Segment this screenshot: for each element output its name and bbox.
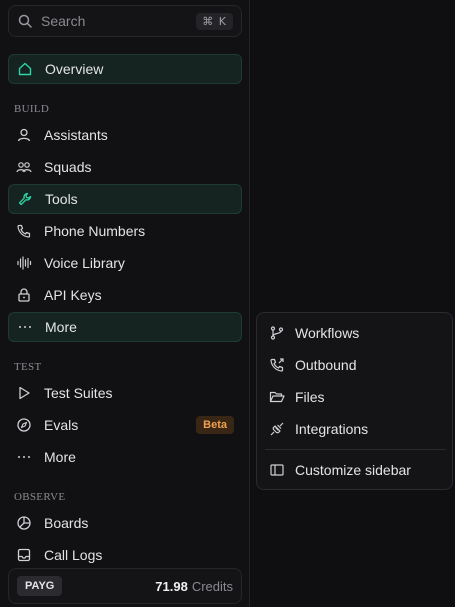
menu-item-label: Workflows bbox=[295, 325, 360, 341]
menu-item-label: Files bbox=[295, 389, 325, 405]
sidebar-item-label: Squads bbox=[44, 159, 92, 175]
home-icon bbox=[17, 61, 33, 77]
menu-item-integrations[interactable]: Integrations bbox=[265, 414, 446, 444]
sidebar-item-test-suites[interactable]: Test Suites bbox=[8, 378, 242, 408]
sidebar-panel-icon bbox=[269, 462, 285, 478]
ellipsis-icon bbox=[16, 449, 32, 465]
sidebar-item-tools[interactable]: Tools bbox=[8, 184, 242, 214]
sidebar-item-label: Voice Library bbox=[44, 255, 125, 271]
git-branch-icon bbox=[269, 325, 285, 341]
inbox-icon bbox=[16, 547, 32, 563]
sidebar-item-phone-numbers[interactable]: Phone Numbers bbox=[8, 216, 242, 246]
menu-item-customize-sidebar[interactable]: Customize sidebar bbox=[265, 455, 446, 485]
menu-item-label: Customize sidebar bbox=[295, 462, 411, 478]
ellipsis-icon bbox=[17, 319, 33, 335]
beta-badge: Beta bbox=[196, 416, 234, 434]
sidebar-item-label: Assistants bbox=[44, 127, 108, 143]
phone-icon bbox=[16, 223, 32, 239]
credits-value: 71.98 bbox=[155, 578, 188, 594]
sidebar-item-boards[interactable]: Boards bbox=[8, 508, 242, 538]
sidebar-item-label: Phone Numbers bbox=[44, 223, 146, 239]
sidebar-item-call-logs[interactable]: Call Logs bbox=[8, 540, 242, 570]
phone-outgoing-icon bbox=[269, 357, 285, 373]
menu-item-outbound[interactable]: Outbound bbox=[265, 350, 446, 380]
menu-item-files[interactable]: Files bbox=[265, 382, 446, 412]
search-shortcut: ⌘ K bbox=[196, 12, 233, 30]
sidebar-item-squads[interactable]: Squads bbox=[8, 152, 242, 182]
play-icon bbox=[16, 385, 32, 401]
sidebar-item-more-test[interactable]: More bbox=[8, 442, 242, 472]
credits-footer[interactable]: PAYG 71.98 Credits bbox=[8, 568, 242, 604]
sidebar-item-label: More bbox=[45, 319, 77, 335]
menu-divider bbox=[265, 449, 446, 450]
sidebar-item-voice-library[interactable]: Voice Library bbox=[8, 248, 242, 278]
sidebar-item-label: Call Logs bbox=[44, 547, 103, 563]
users-icon bbox=[16, 159, 32, 175]
user-icon bbox=[16, 127, 32, 143]
sidebar-item-api-keys[interactable]: API Keys bbox=[8, 280, 242, 310]
sidebar-item-label: Boards bbox=[44, 515, 89, 531]
waveform-icon bbox=[16, 255, 32, 271]
plug-icon bbox=[269, 421, 285, 437]
search-input[interactable]: Search ⌘ K bbox=[8, 5, 242, 37]
sidebar-item-label: More bbox=[44, 449, 76, 465]
sidebar-item-assistants[interactable]: Assistants bbox=[8, 120, 242, 150]
sidebar-item-evals[interactable]: Evals Beta bbox=[8, 410, 242, 440]
section-observe: OBSERVE bbox=[14, 491, 66, 503]
pie-chart-icon bbox=[16, 515, 32, 531]
credits-label: Credits bbox=[191, 578, 233, 594]
plan-badge: PAYG bbox=[17, 576, 63, 596]
menu-item-label: Outbound bbox=[295, 357, 357, 373]
sidebar-item-label: Overview bbox=[45, 61, 104, 77]
section-build: BUILD bbox=[14, 103, 50, 115]
compass-icon bbox=[16, 417, 32, 433]
sidebar-item-label: Evals bbox=[44, 417, 79, 433]
wrench-icon bbox=[17, 191, 33, 207]
sidebar-item-more-build[interactable]: More bbox=[8, 312, 242, 342]
folder-open-icon bbox=[269, 389, 285, 405]
sidebar-item-label: Tools bbox=[45, 191, 78, 207]
more-menu-popover: Workflows Outbound Files Integrations Cu… bbox=[256, 312, 453, 490]
menu-item-label: Integrations bbox=[295, 421, 369, 437]
sidebar-item-label: Test Suites bbox=[44, 385, 113, 401]
sidebar: Search ⌘ K Overview BUILD Assistants Squ… bbox=[0, 0, 250, 607]
sidebar-item-label: API Keys bbox=[44, 287, 102, 303]
lock-icon bbox=[16, 287, 32, 303]
search-icon bbox=[17, 13, 33, 29]
menu-item-workflows[interactable]: Workflows bbox=[265, 318, 446, 348]
sidebar-item-overview[interactable]: Overview bbox=[8, 54, 242, 84]
section-test: TEST bbox=[14, 361, 42, 373]
search-placeholder: Search bbox=[41, 13, 86, 29]
